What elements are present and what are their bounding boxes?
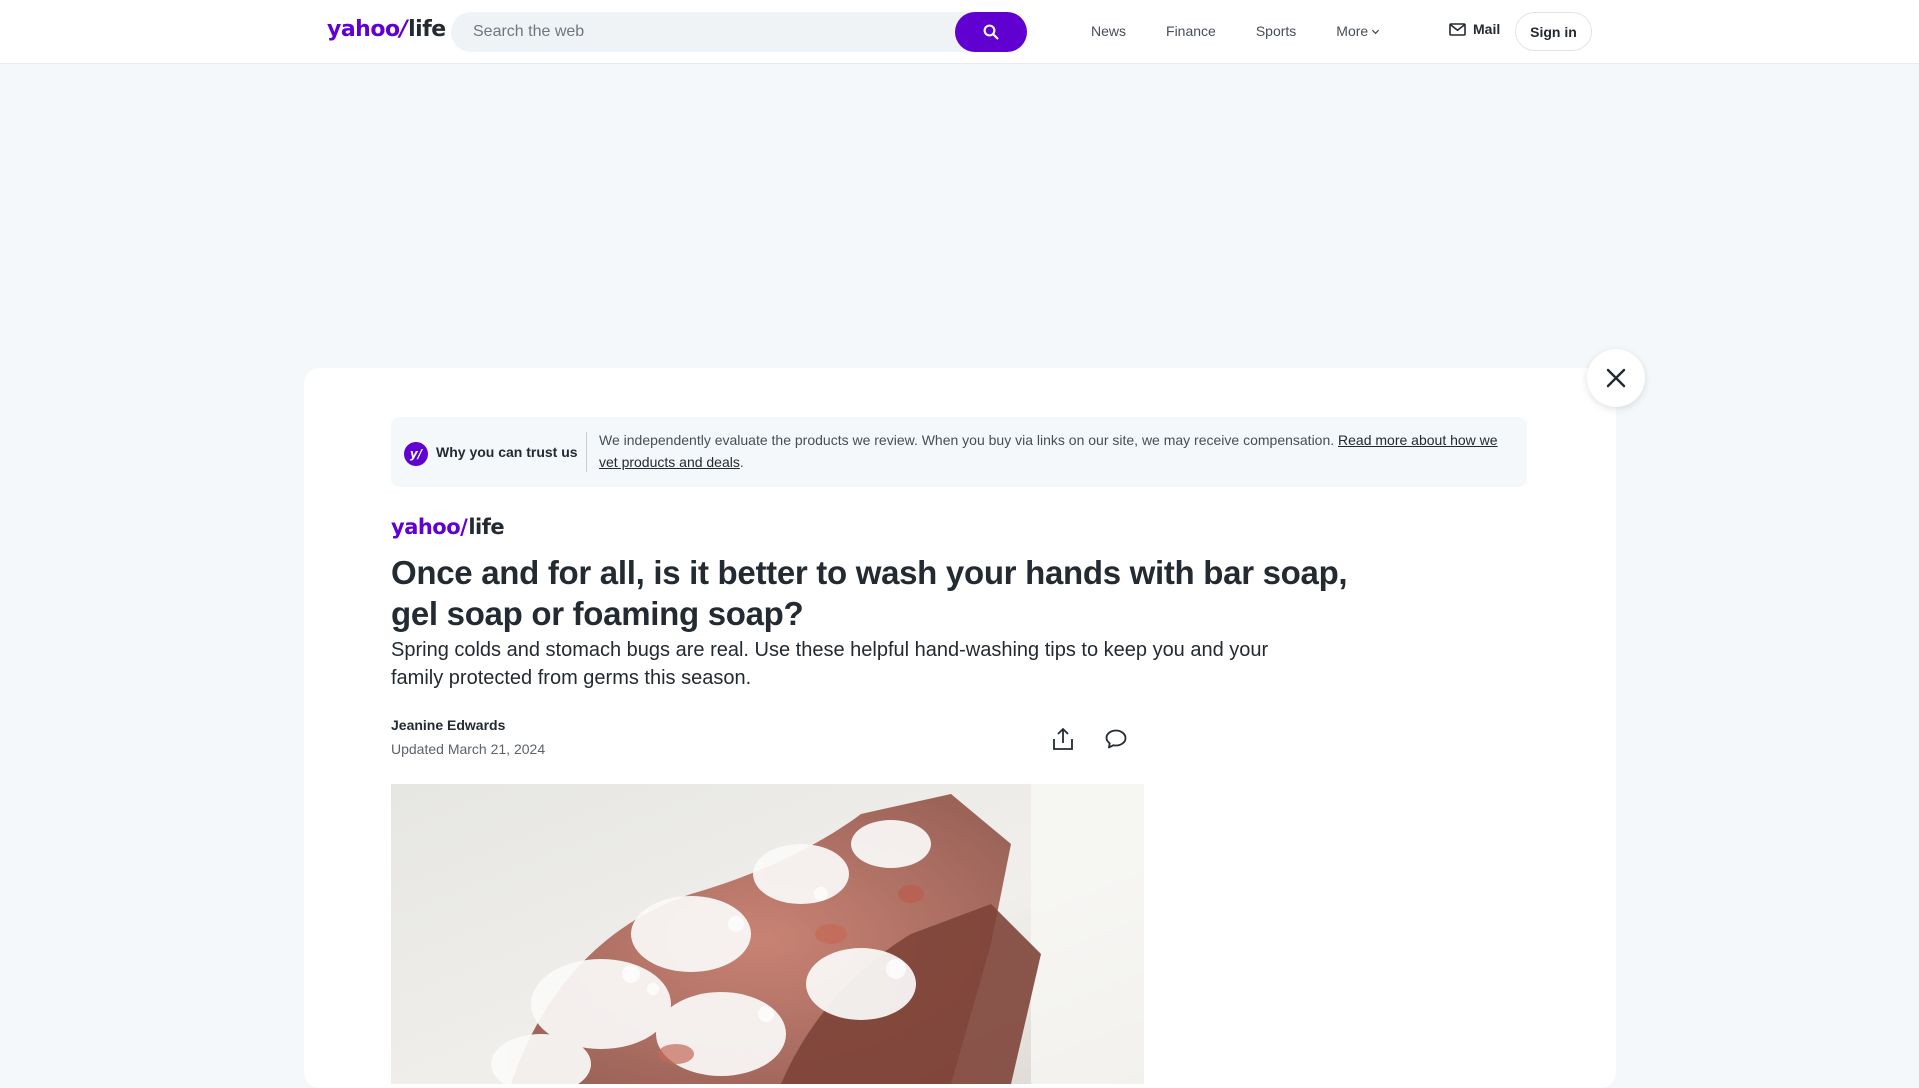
mail-icon [1449,22,1466,36]
close-button[interactable] [1587,349,1645,407]
close-icon [1606,368,1626,388]
logo-section: life [408,17,446,42]
share-button[interactable] [1050,726,1076,752]
article-subheadline: Spring colds and stomach bugs are real. … [391,639,1269,689]
nav-news[interactable]: News [1091,23,1126,39]
updated-date: Updated March 21, 2024 [391,741,546,757]
trust-disclosure: We independently evaluate the products w… [599,429,1519,473]
comment-icon [1105,729,1127,749]
trust-disclosure-text: We independently evaluate the products w… [599,432,1339,448]
search-icon [983,24,999,40]
sign-in-button[interactable]: Sign in [1515,12,1592,51]
nav-sports[interactable]: Sports [1256,23,1296,39]
article-headline: Once and for all, is it better to wash y… [391,554,1348,632]
primary-nav: News Finance Sports More [1091,0,1380,62]
search-bar [451,12,1027,52]
comments-button[interactable] [1103,726,1129,752]
nav-more-label: More [1336,23,1369,39]
nav-more[interactable]: More [1336,23,1380,39]
logo-slash: / [399,17,408,42]
author-name[interactable]: Jeanine Edwards [391,717,505,733]
chevron-down-icon [1372,29,1380,34]
yahoo-life-logo[interactable]: yahoo/life [327,17,446,42]
search-button[interactable] [955,12,1027,52]
share-icon [1053,728,1073,750]
mail-link[interactable]: Mail [1449,21,1500,37]
mail-label: Mail [1473,21,1501,37]
yahoo-badge-icon: y/ [404,442,428,466]
trust-banner: y/ Why you can trust us We independently… [391,417,1527,487]
soapy-hands-photo [391,784,1144,1084]
trust-title: Why you can trust us [436,444,578,460]
logo-text: yahoo [327,17,400,42]
top-header: yahoo/life News Finance Sports More Mail… [0,0,1919,64]
article-hero-image [391,784,1144,1084]
trust-divider [586,432,587,472]
publisher-logo-text: yahoo [391,515,461,539]
trust-period: . [739,454,744,470]
nav-finance[interactable]: Finance [1166,23,1216,39]
publisher-logo-section: life [468,515,505,539]
search-input[interactable] [451,23,955,41]
publisher-logo-slash: / [460,515,468,539]
publisher-logo[interactable]: yahoo/life [391,515,505,539]
